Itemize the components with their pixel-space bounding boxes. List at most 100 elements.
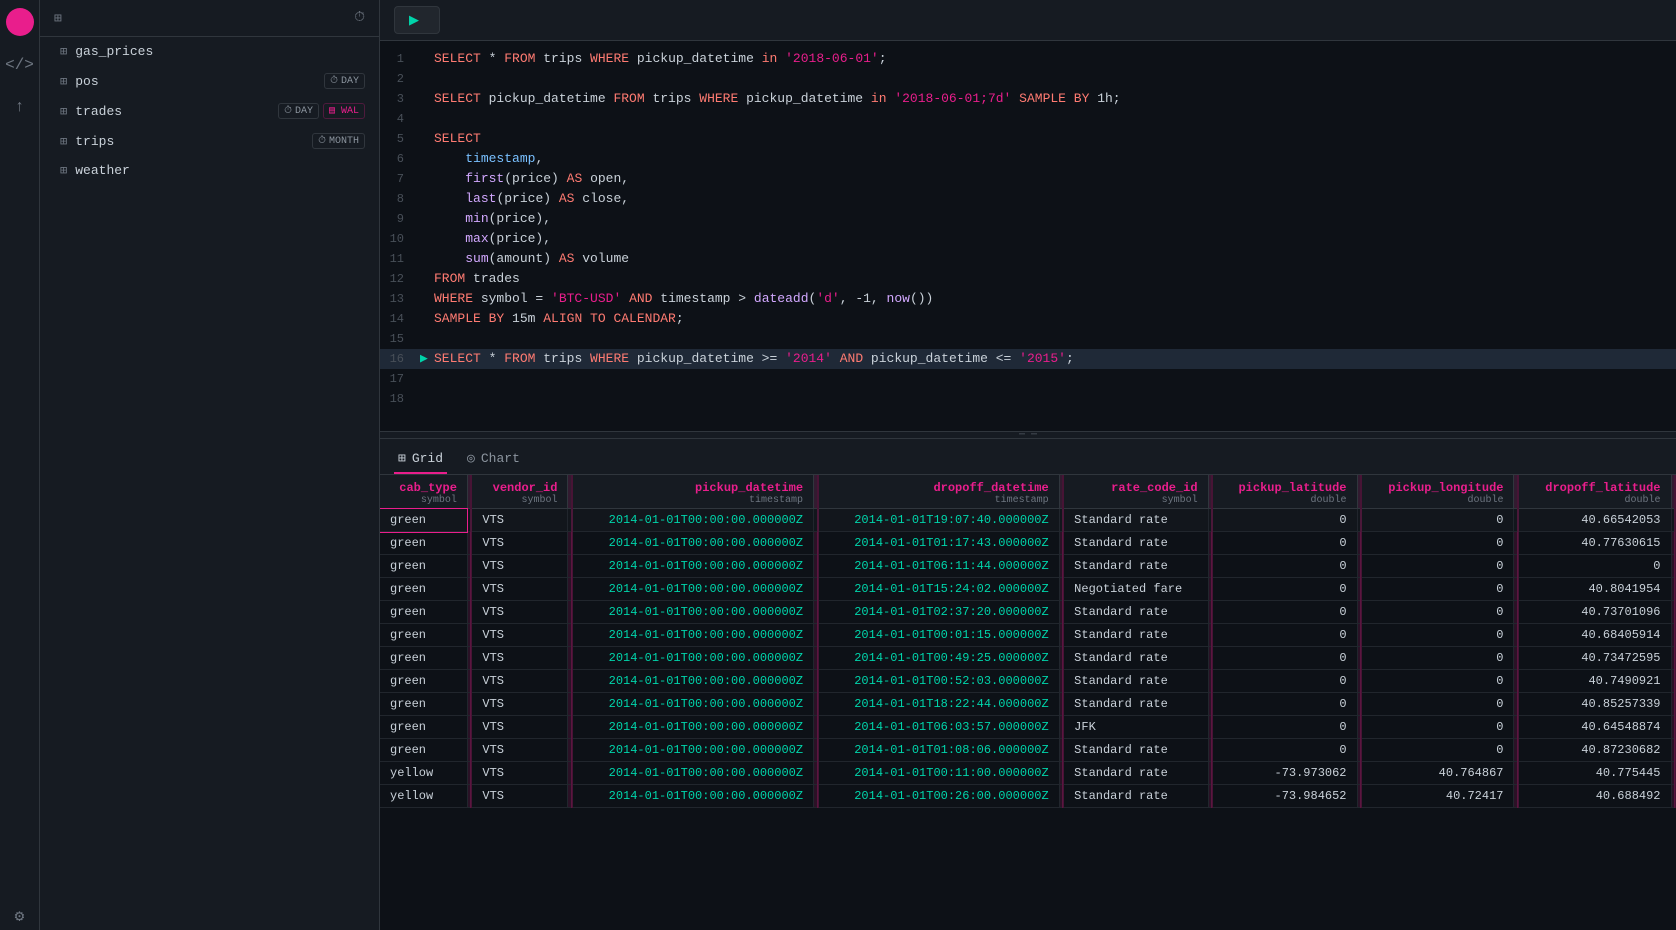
cell-pickup_datetime[interactable]: 2014-01-01T00:00:00.000000Z [572,555,814,578]
cell-rate_code_id[interactable]: Standard rate [1063,624,1208,647]
resize-handle[interactable]: ⋯ ⋯ [380,431,1676,439]
cell-pickup_latitude[interactable]: 0 [1212,693,1357,716]
cell-rate_code_id[interactable]: Standard rate [1063,785,1208,808]
cell-pickup_longitude[interactable]: 0 [1361,624,1514,647]
cell-pickup_datetime[interactable]: 2014-01-01T00:00:00.000000Z [572,509,814,532]
cell-rate_code_id[interactable]: Standard rate [1063,762,1208,785]
cell-vendor_id[interactable]: VTS [471,555,568,578]
cell-pickup_datetime[interactable]: 2014-01-01T00:00:00.000000Z [572,647,814,670]
cell-vendor_id[interactable]: VTS [471,532,568,555]
cell-rate_code_id[interactable]: Standard rate [1063,647,1208,670]
cell-pickup_latitude[interactable]: -73.984652 [1212,785,1357,808]
cell-dropoff_datetime[interactable]: 2014-01-01T02:37:20.000000Z [818,601,1060,624]
cell-pickup_longitude[interactable]: 0 [1361,739,1514,762]
cell-pickup_longitude[interactable]: 0 [1361,647,1514,670]
cell-pickup_datetime[interactable]: 2014-01-01T00:00:00.000000Z [572,670,814,693]
run-button[interactable]: ▶ [394,6,440,34]
cell-rate_code_id[interactable]: JFK [1063,716,1208,739]
table-item-trips[interactable]: ⊞trips⏱ MONTH [40,126,379,156]
cell-vendor_id[interactable]: VTS [471,670,568,693]
cell-pickup_datetime[interactable]: 2014-01-01T00:00:00.000000Z [572,785,814,808]
cell-pickup_longitude[interactable]: 40.72417 [1361,785,1514,808]
cell-rate_code_id[interactable]: Standard rate [1063,739,1208,762]
cell-dropoff_latitude[interactable]: 40.68405914 [1518,624,1671,647]
table-row[interactable]: greenVTS2014-01-01T00:00:00.000000Z2014-… [380,739,1675,762]
table-row[interactable]: greenVTS2014-01-01T00:00:00.000000Z2014-… [380,647,1675,670]
col-header-pickup_latitude[interactable]: pickup_latitudedouble [1212,475,1357,509]
cell-pickup_datetime[interactable]: 2014-01-01T00:00:00.000000Z [572,716,814,739]
cell-pickup_latitude[interactable]: 0 [1212,601,1357,624]
cell-cab_type[interactable]: yellow [380,762,467,785]
cell-cab_type[interactable]: green [380,624,467,647]
cell-cab_type[interactable]: green [380,670,467,693]
cell-cab_type[interactable]: green [380,555,467,578]
table-item-trades[interactable]: ⊞trades⏱ DAY▤ WAL [40,96,379,126]
cell-pickup_longitude[interactable]: 40.764867 [1361,762,1514,785]
cell-cab_type[interactable]: green [380,532,467,555]
table-row[interactable]: greenVTS2014-01-01T00:00:00.000000Z2014-… [380,624,1675,647]
tab-grid[interactable]: ⊞Grid [394,445,447,474]
table-row[interactable]: greenVTS2014-01-01T00:00:00.000000Z2014-… [380,693,1675,716]
table-item-gas_prices[interactable]: ⊞gas_prices [40,37,379,66]
cell-pickup_longitude[interactable]: 0 [1361,716,1514,739]
cell-cab_type[interactable]: green [380,716,467,739]
cell-dropoff_latitude[interactable]: 0 [1518,555,1671,578]
cell-dropoff_datetime[interactable]: 2014-01-01T00:11:00.000000Z [818,762,1060,785]
col-header-pickup_datetime[interactable]: pickup_datetimetimestamp [572,475,814,509]
cell-rate_code_id[interactable]: Standard rate [1063,670,1208,693]
cell-cab_type[interactable]: green [380,739,467,762]
cell-pickup_latitude[interactable]: 0 [1212,578,1357,601]
cell-dropoff_datetime[interactable]: 2014-01-01T18:22:44.000000Z [818,693,1060,716]
cell-cab_type[interactable]: green [380,601,467,624]
col-header-vendor_id[interactable]: vendor_idsymbol [471,475,568,509]
cell-dropoff_datetime[interactable]: 2014-01-01T01:17:43.000000Z [818,532,1060,555]
cell-pickup_longitude[interactable]: 0 [1361,693,1514,716]
cell-rate_code_id[interactable]: Negotiated fare [1063,578,1208,601]
cell-vendor_id[interactable]: VTS [471,785,568,808]
cell-vendor_id[interactable]: VTS [471,762,568,785]
col-header-dropoff_latitude[interactable]: dropoff_latitudedouble [1518,475,1671,509]
cell-cab_type[interactable]: green [380,693,467,716]
cell-rate_code_id[interactable]: Standard rate [1063,601,1208,624]
cell-pickup_latitude[interactable]: 0 [1212,624,1357,647]
table-row[interactable]: greenVTS2014-01-01T00:00:00.000000Z2014-… [380,555,1675,578]
cell-pickup_datetime[interactable]: 2014-01-01T00:00:00.000000Z [572,693,814,716]
cell-rate_code_id[interactable]: Standard rate [1063,509,1208,532]
col-header-dropoff_datetime[interactable]: dropoff_datetimetimestamp [818,475,1060,509]
cell-pickup_datetime[interactable]: 2014-01-01T00:00:00.000000Z [572,578,814,601]
cell-pickup_longitude[interactable]: 0 [1361,509,1514,532]
cell-dropoff_latitude[interactable]: 40.688492 [1518,785,1671,808]
nav-upload-icon[interactable]: ↑ [11,94,29,120]
cell-dropoff_datetime[interactable]: 2014-01-01T00:01:15.000000Z [818,624,1060,647]
cell-pickup_latitude[interactable]: 0 [1212,555,1357,578]
cell-dropoff_latitude[interactable]: 40.87230682 [1518,739,1671,762]
cell-pickup_datetime[interactable]: 2014-01-01T00:00:00.000000Z [572,601,814,624]
cell-vendor_id[interactable]: VTS [471,624,568,647]
table-row[interactable]: greenVTS2014-01-01T00:00:00.000000Z2014-… [380,578,1675,601]
cell-dropoff_latitude[interactable]: 40.64548874 [1518,716,1671,739]
cell-vendor_id[interactable]: VTS [471,509,568,532]
table-row[interactable]: greenVTS2014-01-01T00:00:00.000000Z2014-… [380,716,1675,739]
cell-rate_code_id[interactable]: Standard rate [1063,532,1208,555]
table-item-weather[interactable]: ⊞weather [40,156,379,185]
tab-chart[interactable]: ◎Chart [463,445,524,474]
cell-pickup_latitude[interactable]: 0 [1212,532,1357,555]
code-editor[interactable]: 1SELECT * FROM trips WHERE pickup_dateti… [380,41,1676,431]
cell-pickup_latitude[interactable]: 0 [1212,739,1357,762]
table-row[interactable]: greenVTS2014-01-01T00:00:00.000000Z2014-… [380,601,1675,624]
cell-pickup_longitude[interactable]: 0 [1361,670,1514,693]
col-header-cab_type[interactable]: cab_typesymbol [380,475,467,509]
cell-pickup_datetime[interactable]: 2014-01-01T00:00:00.000000Z [572,624,814,647]
cell-dropoff_latitude[interactable]: 40.775445 [1518,762,1671,785]
cell-dropoff_datetime[interactable]: 2014-01-01T19:07:40.000000Z [818,509,1060,532]
cell-vendor_id[interactable]: VTS [471,578,568,601]
cell-dropoff_datetime[interactable]: 2014-01-01T00:26:00.000000Z [818,785,1060,808]
cell-pickup_latitude[interactable]: 0 [1212,509,1357,532]
cell-dropoff_datetime[interactable]: 2014-01-01T06:03:57.000000Z [818,716,1060,739]
cell-pickup_datetime[interactable]: 2014-01-01T00:00:00.000000Z [572,739,814,762]
cell-vendor_id[interactable]: VTS [471,716,568,739]
cell-pickup_datetime[interactable]: 2014-01-01T00:00:00.000000Z [572,762,814,785]
cell-dropoff_datetime[interactable]: 2014-01-01T00:52:03.000000Z [818,670,1060,693]
cell-pickup_datetime[interactable]: 2014-01-01T00:00:00.000000Z [572,532,814,555]
cell-dropoff_datetime[interactable]: 2014-01-01T06:11:44.000000Z [818,555,1060,578]
